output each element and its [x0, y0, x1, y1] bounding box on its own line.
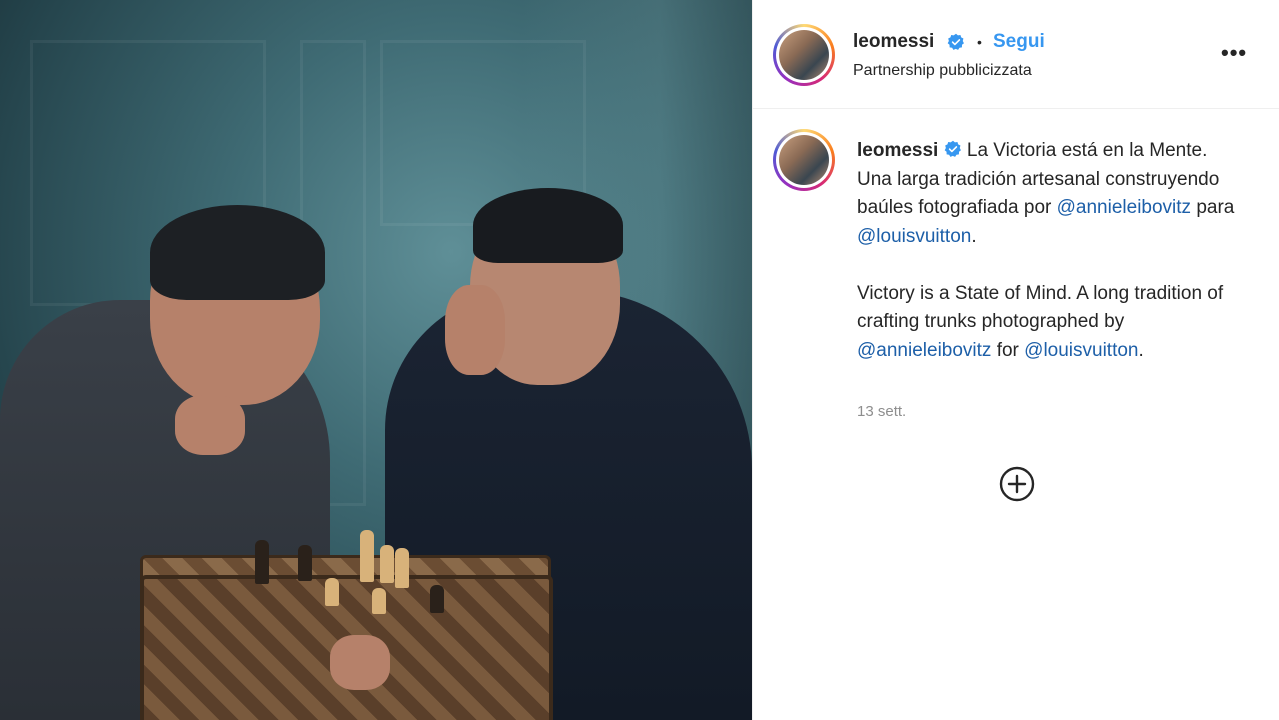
mention-link[interactable]: @louisvuitton	[857, 226, 971, 247]
mention-link[interactable]: @annieleibovitz	[1057, 197, 1191, 218]
hair-right	[473, 188, 623, 263]
hand-left-move	[330, 635, 390, 690]
post-caption: leomessi La Victoria está en la Mente. U…	[857, 137, 1237, 365]
caption-username[interactable]: leomessi	[857, 140, 938, 161]
more-options-icon[interactable]: •••	[1221, 40, 1247, 66]
author-username[interactable]: leomessi	[853, 31, 934, 53]
verified-badge-icon	[944, 140, 961, 157]
mention-link[interactable]: @annieleibovitz	[857, 340, 991, 361]
hand-right-head	[445, 285, 505, 375]
chess-piece	[380, 545, 394, 583]
partnership-label[interactable]: Partnership pubblicizzata	[853, 62, 1032, 80]
chess-piece	[372, 588, 386, 614]
post-header: leomessi • Segui Partnership pubblicizza…	[753, 0, 1279, 109]
hair-left	[150, 205, 325, 300]
post-side-panel: leomessi • Segui Partnership pubblicizza…	[752, 0, 1279, 720]
chess-piece	[298, 545, 312, 581]
verified-badge-icon	[947, 33, 964, 50]
caption-text: for	[991, 339, 1025, 361]
caption-spanish: leomessi La Victoria está en la Mente. U…	[857, 137, 1237, 251]
caption-text: para	[1191, 197, 1235, 218]
author-avatar[interactable]	[773, 24, 835, 86]
caption-text: .	[971, 225, 977, 247]
mention-link[interactable]: @louisvuitton	[1024, 340, 1138, 361]
caption-text: .	[1138, 339, 1144, 361]
separator-dot: •	[977, 34, 982, 50]
follow-button[interactable]: Segui	[993, 31, 1045, 53]
chess-piece	[395, 548, 409, 588]
chess-piece	[255, 540, 269, 584]
caption-avatar[interactable]	[773, 129, 835, 191]
post-timestamp[interactable]: 13 sett.	[857, 403, 906, 420]
chess-piece	[430, 585, 444, 613]
chess-piece	[360, 530, 374, 582]
hand-left-chin	[175, 395, 245, 455]
caption-text: Victory is a State of Mind. A long tradi…	[857, 282, 1224, 333]
chess-piece	[325, 578, 339, 606]
post-photo[interactable]	[0, 0, 752, 720]
caption-english: Victory is a State of Mind. A long tradi…	[857, 280, 1237, 366]
plus-circle-icon[interactable]	[999, 466, 1035, 502]
